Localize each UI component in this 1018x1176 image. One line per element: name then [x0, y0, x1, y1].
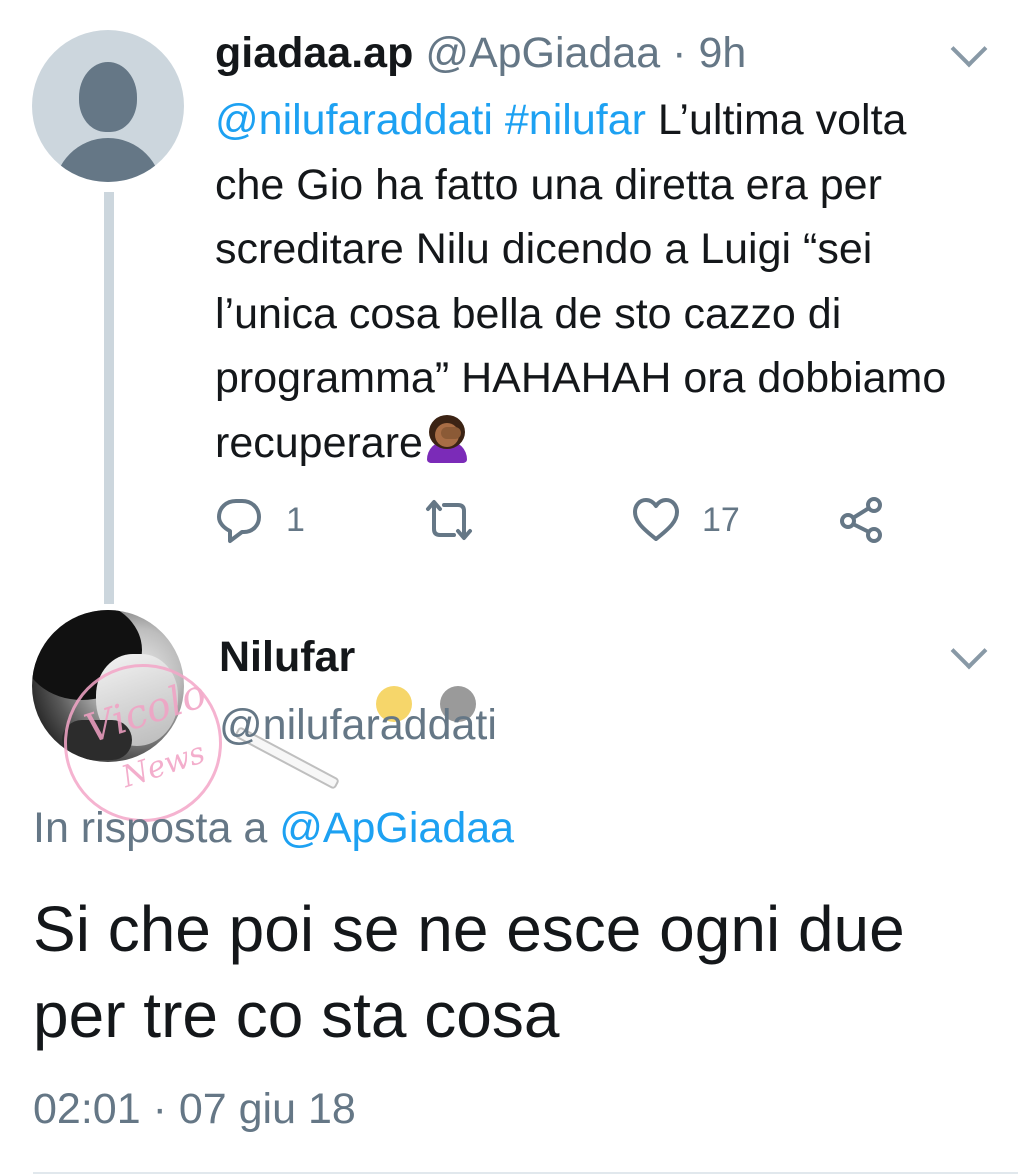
parent-display-name[interactable]: giadaa.ap — [215, 29, 413, 77]
reply-handle[interactable]: @nilufaraddati — [219, 700, 497, 750]
timestamp-separator: · — [152, 1085, 167, 1133]
reply-date: 07 giu 18 — [178, 1085, 356, 1133]
parent-tweet-text: @nilufaraddati #nilufar L’ultima volta c… — [215, 88, 975, 475]
like-count: 17 — [702, 501, 740, 539]
share-button[interactable] — [838, 490, 886, 550]
header-separator: · — [672, 29, 687, 77]
reply-more-chevron-down-icon[interactable] — [950, 632, 988, 670]
default-avatar-head-icon — [79, 62, 137, 132]
in-reply-handle-link[interactable]: @ApGiadaa — [279, 804, 514, 852]
facepalm-emoji-icon — [423, 414, 471, 463]
in-reply-prefix: In risposta a — [33, 804, 268, 852]
tweet-thread: giadaa.ap @ApGiadaa · 9h @nilufaraddati … — [0, 0, 1018, 1176]
parent-handle[interactable]: @ApGiadaa — [425, 29, 660, 77]
reply-timestamp: 02:01 · 07 giu 18 — [33, 1084, 356, 1134]
reply-bubble-icon — [217, 499, 261, 543]
parent-tweet-header: giadaa.ap @ApGiadaa · 9h — [215, 28, 746, 78]
mention-link[interactable]: @nilufaraddati — [215, 96, 493, 144]
parent-time-ago[interactable]: 9h — [698, 29, 746, 77]
reply-button[interactable]: 1 — [214, 490, 305, 550]
like-button[interactable]: 17 — [632, 490, 740, 550]
reply-count: 1 — [286, 501, 305, 539]
default-avatar-body-icon — [54, 138, 162, 182]
hashtag-link[interactable]: #nilufar — [505, 96, 646, 144]
retweet-button[interactable] — [420, 490, 500, 550]
reply-avatar[interactable] — [32, 610, 184, 762]
parent-tweet-body: L’ultima volta che Gio ha fatto una dire… — [215, 96, 947, 467]
parent-more-chevron-down-icon[interactable] — [950, 30, 988, 68]
parent-action-bar: 1 17 — [0, 490, 1018, 550]
heart-icon — [633, 498, 679, 541]
divider — [33, 1172, 1018, 1174]
reply-display-name[interactable]: Nilufar — [219, 632, 355, 682]
reply-tweet-text: Si che poi se ne esce ogni due per tre c… — [33, 893, 905, 1051]
parent-avatar[interactable] — [32, 30, 184, 182]
reply-time: 02:01 — [33, 1085, 141, 1133]
retweet-icon — [426, 500, 472, 540]
in-reply-to: In risposta a @ApGiadaa — [33, 803, 514, 853]
share-icon — [840, 497, 882, 543]
